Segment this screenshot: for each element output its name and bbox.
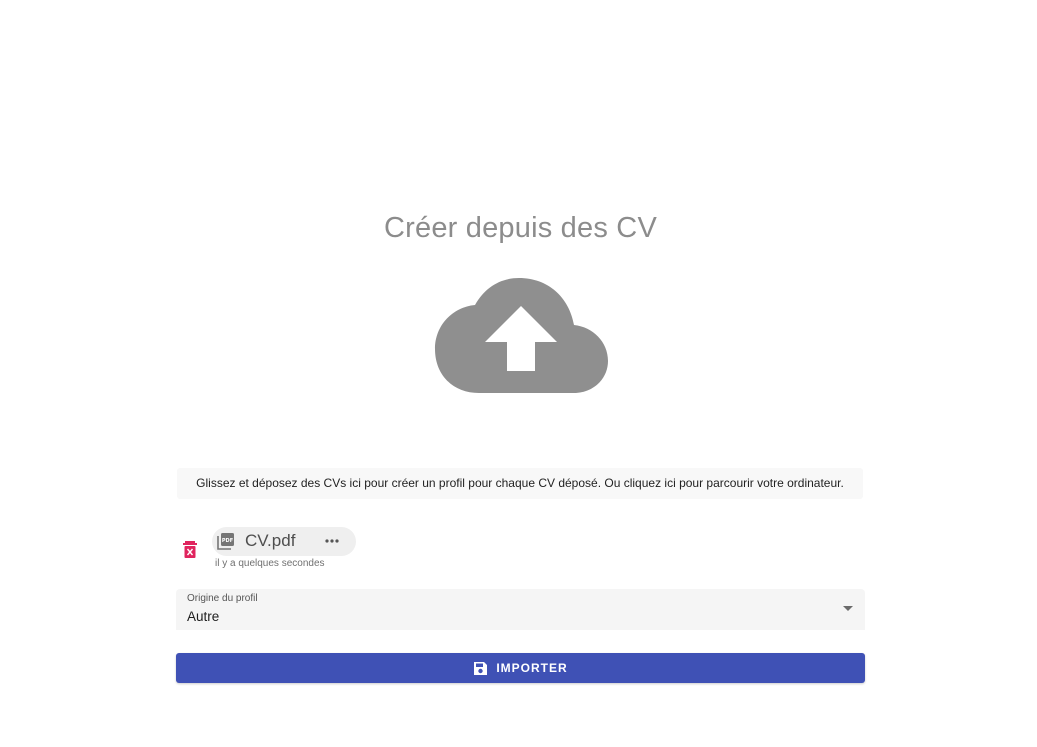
upload-page: Créer depuis des CV Glissez et déposez d…: [0, 0, 1037, 747]
cloud-upload-icon[interactable]: [433, 275, 609, 397]
dropzone-hint[interactable]: Glissez et déposez des CVs ici pour crée…: [177, 468, 863, 499]
chevron-down-icon: [843, 606, 853, 611]
page-title: Créer depuis des CV: [384, 212, 657, 244]
svg-text:PDF: PDF: [222, 538, 233, 544]
select-label: Origine du profil: [187, 593, 258, 604]
select-value: Autre: [187, 609, 220, 624]
delete-icon[interactable]: [181, 540, 199, 559]
pdf-file-icon: PDF: [217, 533, 234, 550]
file-name: CV.pdf: [245, 531, 296, 550]
file-chip[interactable]: PDF CV.pdf: [212, 527, 356, 556]
save-icon: [474, 661, 488, 675]
file-timestamp: il y a quelques secondes: [215, 558, 325, 569]
import-button[interactable]: IMPORTER: [176, 653, 865, 683]
import-button-label: IMPORTER: [496, 661, 568, 675]
profile-origin-select[interactable]: Origine du profil Autre: [176, 589, 865, 630]
more-horizontal-icon[interactable]: [322, 533, 344, 549]
